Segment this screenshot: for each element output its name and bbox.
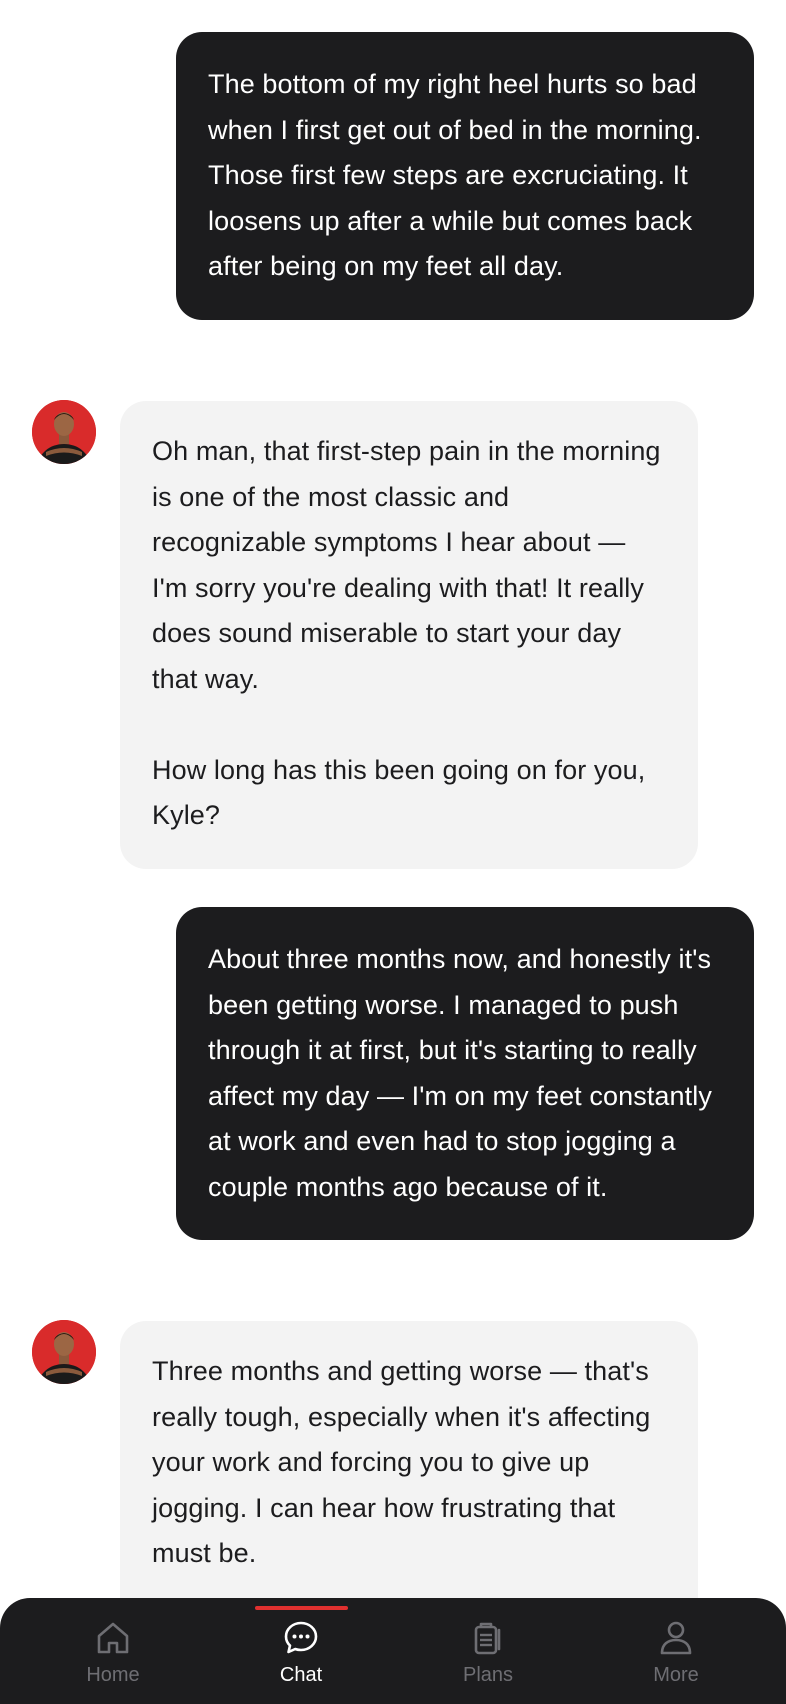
user-message-bubble: The bottom of my right heel hurts so bad… (176, 32, 754, 320)
coach-message-bubble: Oh man, that first-step pain in the morn… (120, 401, 698, 869)
tab-plans[interactable]: Plans (408, 1598, 568, 1704)
tab-home-label: Home (86, 1664, 140, 1686)
coach-avatar[interactable] (32, 1320, 96, 1384)
bottom-tab-bar: Home Chat Plans More (0, 1598, 786, 1704)
coach-message-bubble: Three months and getting worse — that's … (120, 1321, 698, 1641)
chat-bubble-icon (284, 1621, 318, 1654)
tab-home[interactable]: Home (33, 1598, 193, 1704)
home-icon (97, 1622, 129, 1654)
person-icon (660, 1621, 692, 1655)
clipboard-icon (474, 1622, 501, 1655)
coach-avatar[interactable] (32, 400, 96, 464)
tab-more-label: More (653, 1664, 699, 1686)
tab-chat[interactable]: Chat (221, 1598, 381, 1704)
user-message-bubble: About three months now, and honestly it'… (176, 907, 754, 1240)
tab-plans-label: Plans (462, 1664, 514, 1686)
coach-avatar-image (32, 1320, 96, 1384)
tab-more[interactable]: More (596, 1598, 756, 1704)
tab-chat-label: Chat (279, 1664, 323, 1686)
coach-avatar-image (32, 400, 96, 464)
chat-screen: The bottom of my right heel hurts so bad… (0, 0, 786, 1704)
